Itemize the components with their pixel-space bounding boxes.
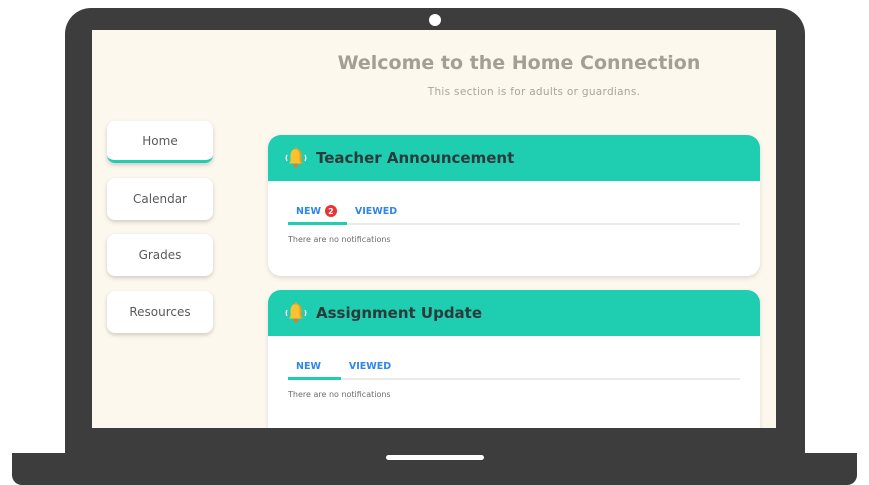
bell-ringing-icon (284, 146, 308, 170)
sidebar-item-label: Grades (138, 248, 182, 262)
laptop-notch (386, 455, 484, 460)
empty-notifications-message: There are no notifications (288, 390, 391, 399)
tab-label: VIEWED (348, 361, 392, 372)
tab-viewed[interactable]: VIEWED (341, 361, 401, 378)
page-subtitle: This section is for adults or guardians. (427, 86, 641, 98)
card-header: Teacher Announcement (268, 135, 760, 181)
webcam-icon (429, 14, 441, 26)
screen: Welcome to the Home Connection This sect… (92, 30, 776, 428)
notification-tabs: NEW 2 VIEWED (288, 197, 740, 225)
empty-notifications-message: There are no notifications (288, 235, 391, 244)
sidebar-item-label: Resources (129, 305, 191, 319)
assignment-update-card: Assignment Update NEW VIEWED There are n… (268, 290, 760, 428)
new-count-badge: 2 (324, 205, 337, 217)
card-header: Assignment Update (268, 290, 760, 336)
tab-label: VIEWED (354, 206, 398, 217)
notification-tabs: NEW VIEWED (288, 352, 740, 380)
bell-ringing-icon (284, 301, 308, 325)
sidebar-item-label: Calendar (133, 192, 187, 206)
tab-new[interactable]: NEW (288, 361, 341, 380)
sidebar-item-grades[interactable]: Grades (107, 234, 213, 276)
card-title: Assignment Update (316, 304, 483, 322)
page-title: Welcome to the Home Connection (337, 52, 701, 74)
card-title: Teacher Announcement (316, 149, 515, 167)
sidebar-item-label: Home (142, 133, 178, 148)
tab-new[interactable]: NEW 2 (288, 205, 347, 225)
sidebar-item-home[interactable]: Home (107, 121, 213, 163)
teacher-announcement-card: Teacher Announcement NEW 2 VIEWED There … (268, 135, 760, 276)
tab-label: NEW (296, 205, 321, 217)
tab-label: NEW (296, 361, 321, 372)
sidebar-item-resources[interactable]: Resources (107, 291, 213, 333)
sidebar-item-calendar[interactable]: Calendar (107, 178, 213, 220)
tab-viewed[interactable]: VIEWED (347, 206, 407, 223)
